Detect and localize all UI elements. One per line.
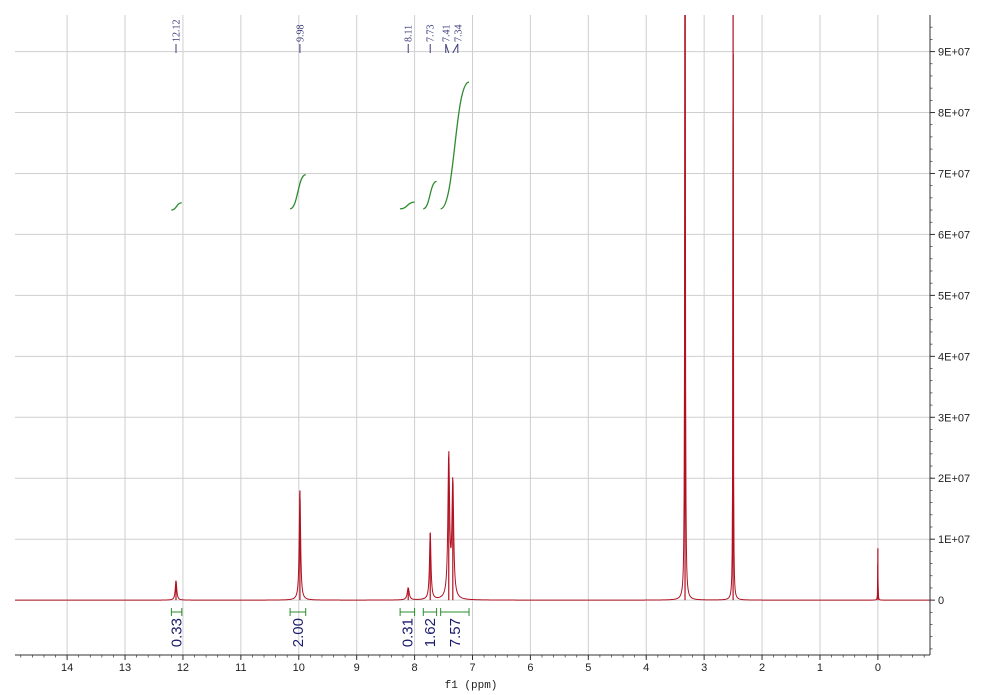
- integral-value-label: 7.57: [447, 618, 464, 647]
- y-tick-label: 1E+07: [938, 534, 970, 546]
- integral-curve: [422, 180, 437, 210]
- integral-labels: 0.33 2.00 0.31 1.62 7.57: [169, 618, 464, 647]
- y-tick-label: 2E+07: [938, 473, 970, 485]
- peak-label: 7.34: [453, 25, 464, 43]
- integral-curve: [400, 201, 415, 210]
- integral-curve: [289, 174, 307, 210]
- y-tick-label: 4E+07: [938, 351, 970, 363]
- y-tick-label: 5E+07: [938, 290, 970, 302]
- x-tick-label: 3: [701, 662, 707, 674]
- y-tick-label: 9E+07: [938, 47, 970, 59]
- x-tick-label: 5: [585, 662, 591, 674]
- integral-value-label: 1.62: [422, 618, 439, 647]
- x-tick-label: 1: [817, 662, 823, 674]
- x-tick-label: 4: [643, 662, 649, 674]
- x-tick-label: 14: [61, 662, 73, 674]
- y-tick-label: 0: [938, 595, 944, 607]
- x-tick-label: 2: [759, 662, 765, 674]
- y-tick-label: 8E+07: [938, 108, 970, 120]
- integral-curves: [170, 81, 470, 616]
- integral-value-label: 2.00: [290, 618, 307, 647]
- axes: 14 13 12 11 10 9 8 7 6 5 4 3 2 1 001E+072E+073E+074E+0…: [15, 15, 970, 674]
- x-tick-label: 11: [235, 662, 246, 674]
- integral-value-label: 0.33: [169, 618, 186, 647]
- nmr-spectrum-chart: 12.12 9.98 8.11 7.73 7.41 7.34 0.33 2.00 0.31 1.…: [15, 15, 970, 692]
- integral-value-label: 0.31: [399, 618, 416, 647]
- x-tick-label: 6: [527, 662, 533, 674]
- x-tick-label: 9: [354, 662, 360, 674]
- peak-label: 7.73: [426, 25, 437, 43]
- peak-label: 12.12: [171, 20, 182, 43]
- peak-labels: 12.12 9.98 8.11 7.73 7.41 7.34: [171, 20, 464, 54]
- peak-label: 9.98: [295, 25, 306, 43]
- x-tick-label: 10: [293, 662, 305, 674]
- x-tick-label: 7: [469, 662, 475, 674]
- x-tick-label: 8: [412, 662, 418, 674]
- peak-label: 7.41: [441, 25, 452, 43]
- y-tick-label: 7E+07: [938, 168, 970, 180]
- y-tick-label: 3E+07: [938, 412, 970, 424]
- x-tick-label: 12: [177, 662, 189, 674]
- peak-label: 8.11: [404, 25, 415, 42]
- integral-curve: [440, 81, 470, 210]
- x-axis-title: f1 (ppm): [445, 680, 498, 692]
- y-tick-label: 6E+07: [938, 229, 970, 241]
- integral-curve: [171, 202, 182, 211]
- x-tick-label: 0: [875, 662, 881, 674]
- x-tick-label: 13: [119, 662, 131, 674]
- grid-lines: [15, 15, 930, 655]
